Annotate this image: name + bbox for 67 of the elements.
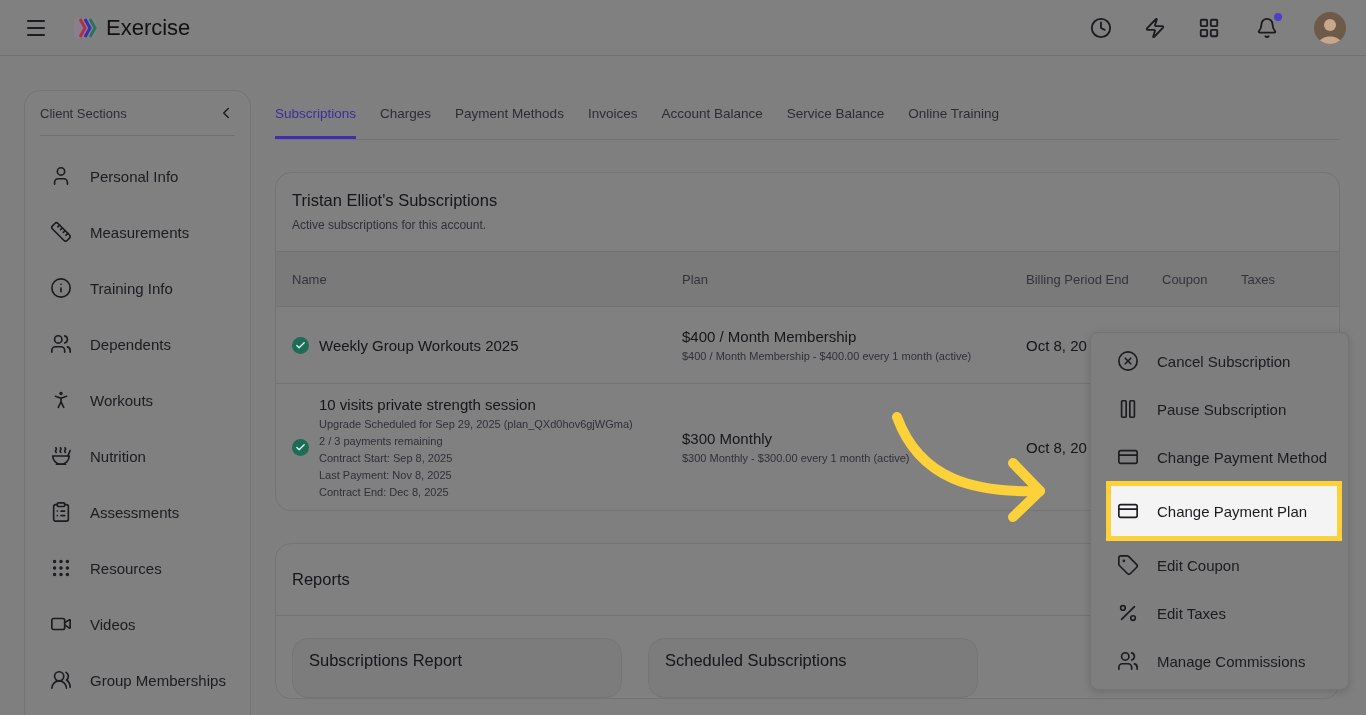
tab[interactable]: Subscriptions xyxy=(275,90,357,139)
checklist-icon xyxy=(50,501,72,523)
report-card[interactable]: Scheduled Subscriptions xyxy=(648,638,978,698)
sidebar-item[interactable]: Personal Info xyxy=(40,148,235,204)
tag-icon xyxy=(1117,554,1139,576)
menu-item[interactable]: Edit Taxes xyxy=(1091,589,1348,637)
tab[interactable]: Charges xyxy=(380,90,432,139)
sidebar-item[interactable]: Training Info xyxy=(40,260,235,316)
menu-item[interactable]: Pause Subscription xyxy=(1091,385,1348,433)
tab[interactable]: Service Balance xyxy=(786,90,885,139)
subscription-detail: 2 / 3 payments remaining xyxy=(319,435,444,447)
sidebar-item[interactable]: Nutrition xyxy=(40,428,235,484)
plan-detail: $300 Monthly - $300.00 every 1 month (active) xyxy=(682,452,911,464)
tab[interactable]: Payment Methods xyxy=(455,90,564,139)
sidebar-item[interactable]: Workouts xyxy=(40,372,235,428)
plan-detail: $400 / Month Membership - $400.00 every 1 month (active) xyxy=(682,350,973,362)
subscription-detail: Last Payment: Nov 8, 2025 xyxy=(319,469,453,481)
menu-item[interactable]: Edit Coupon xyxy=(1091,541,1348,589)
apps-grid-button[interactable] xyxy=(1198,16,1220,39)
report-title: Subscriptions Report xyxy=(309,651,464,670)
logo-icon xyxy=(74,15,98,40)
percent-icon xyxy=(1117,602,1139,624)
card-title: Tristan Elliot's Subscriptions xyxy=(292,191,499,210)
sidebar-item[interactable]: Dependents xyxy=(40,316,235,372)
column-header: Taxes xyxy=(1241,271,1276,287)
tab[interactable]: Account Balance xyxy=(661,90,763,139)
sidebar-item[interactable]: Group Memberships xyxy=(40,652,235,708)
column-header: Billing Period End xyxy=(1026,271,1130,287)
people-icon xyxy=(1117,650,1139,672)
dots-grid-icon xyxy=(50,557,72,579)
avatar[interactable] xyxy=(1314,11,1346,44)
card-title: Reports xyxy=(292,570,350,589)
sidebar-item[interactable]: Videos xyxy=(40,596,235,652)
history-button[interactable] xyxy=(1090,16,1112,39)
sidebar-title: Client Sections xyxy=(40,105,127,121)
menu-item[interactable]: Change Payment Plan xyxy=(1106,481,1342,541)
plan-name: $300 Monthly xyxy=(682,430,774,447)
column-header: Name xyxy=(292,271,328,287)
menu-item[interactable]: Cancel Subscription xyxy=(1091,337,1348,385)
column-header: Plan xyxy=(682,271,710,287)
subscription-detail: Contract Start: Sep 8, 2025 xyxy=(319,452,454,464)
tab[interactable]: Invoices xyxy=(587,90,638,139)
plan-name: $400 / Month Membership xyxy=(682,328,858,345)
report-card[interactable]: Subscriptions Report xyxy=(292,638,622,698)
group-icon xyxy=(50,669,72,691)
people-icon xyxy=(50,333,72,355)
lightning-button[interactable] xyxy=(1144,16,1166,39)
menu-item[interactable]: Manage Commissions xyxy=(1091,637,1348,685)
info-icon xyxy=(50,277,72,299)
sidebar-item[interactable]: Resources xyxy=(40,540,235,596)
sidebar-item[interactable]: Measurements xyxy=(40,204,235,260)
billing-end-date: Oct 8, 20 xyxy=(1026,438,1088,456)
subscription-detail: Upgrade Scheduled for Sep 29, 2025 (plan_QXd0hov6gjWGma) xyxy=(319,418,633,430)
tab[interactable]: Online Training xyxy=(908,90,1000,139)
subscription-name: Weekly Group Workouts 2025 xyxy=(319,336,519,354)
billing-end-date: Oct 8, 20 xyxy=(1026,336,1088,354)
column-header: Coupon xyxy=(1162,271,1209,287)
bowl-icon xyxy=(50,445,72,467)
subscription-detail: Contract End: Dec 8, 2025 xyxy=(319,486,450,498)
card-subtitle: Active subscriptions for this account. xyxy=(292,218,488,232)
app-name: Exercise xyxy=(106,14,191,41)
ruler-icon xyxy=(50,221,72,243)
sidebar-item[interactable]: Assessments xyxy=(40,484,235,540)
subscription-name: 10 visits private strength session xyxy=(319,396,537,413)
report-title: Scheduled Subscriptions xyxy=(665,651,848,670)
menu-item[interactable]: Change Payment Method xyxy=(1091,433,1348,481)
close-circle-icon xyxy=(1117,350,1139,372)
